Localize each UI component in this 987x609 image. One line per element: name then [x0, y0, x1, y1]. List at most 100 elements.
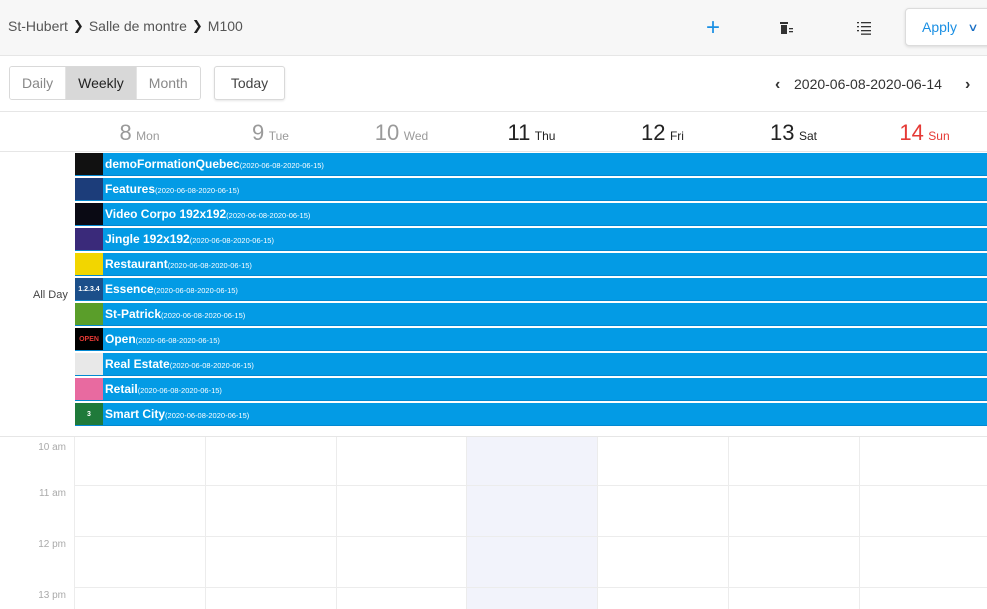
event-thumbnail	[75, 178, 103, 200]
chevron-right-icon[interactable]: ›	[965, 76, 970, 94]
time-grid: 10 am 11 am 12 pm 13 pm	[0, 437, 987, 609]
event-thumbnail	[75, 228, 103, 250]
breadcrumb: St-Hubert ❯ Salle de montre ❯ M100	[8, 18, 243, 34]
trash-icon[interactable]	[770, 12, 802, 44]
date-range-label: 2020-06-08-2020-06-14	[794, 76, 942, 92]
day-header-sun[interactable]: 14 Sun	[859, 120, 987, 146]
day-number: 9	[252, 120, 265, 145]
all-day-section: All Day demoFormationQuebec (2020-06-08-2…	[0, 152, 987, 437]
event-thumbnail: OPEN	[75, 328, 103, 350]
breadcrumb-item[interactable]: Salle de montre	[89, 18, 187, 34]
event-date-range: (2020-06-08-2020-06-15)	[155, 185, 240, 195]
day-number: 13	[770, 120, 795, 145]
day-number: 14	[899, 120, 924, 145]
day-header-sat[interactable]: 13 Sat	[728, 120, 859, 146]
grid-column-line	[728, 437, 729, 609]
time-label: 10 am	[38, 442, 66, 453]
breadcrumb-item[interactable]: M100	[208, 18, 243, 34]
event-thumbnail	[75, 253, 103, 275]
grid-column-line	[74, 437, 75, 609]
day-header-thu[interactable]: 11 Thu	[466, 120, 597, 146]
all-day-event[interactable]: Restaurant (2020-06-08-2020-06-15)	[75, 253, 987, 276]
grid-column-line	[205, 437, 206, 609]
event-date-range: (2020-06-08-2020-06-15)	[226, 210, 311, 220]
event-date-range: (2020-06-08-2020-06-15)	[189, 235, 274, 245]
all-day-event[interactable]: 3 Smart City (2020-06-08-2020-06-15)	[75, 403, 987, 426]
apply-label: Apply	[922, 19, 958, 35]
grid-column-line	[859, 437, 860, 609]
today-button[interactable]: Today	[214, 66, 285, 100]
breadcrumb-separator-icon: ❯	[72, 18, 84, 33]
event-thumbnail	[75, 153, 103, 175]
list-icon[interactable]	[848, 12, 880, 44]
event-date-range: (2020-06-08-2020-06-15)	[167, 260, 252, 270]
event-thumbnail: 3	[75, 403, 103, 425]
event-title: Restaurant	[105, 257, 168, 271]
time-label: 12 pm	[38, 539, 66, 550]
top-bar: St-Hubert ❯ Salle de montre ❯ M100 + App…	[0, 0, 987, 56]
day-name: Thu	[534, 129, 556, 143]
event-title: Features	[105, 182, 156, 196]
event-title: Essence	[105, 282, 154, 296]
all-day-event[interactable]: Features (2020-06-08-2020-06-15)	[75, 178, 987, 201]
event-title: Retail	[105, 382, 138, 396]
chevron-down-icon: ∨	[967, 21, 979, 34]
event-title: demoFormationQuebec	[105, 157, 240, 171]
view-month-button[interactable]: Month	[135, 67, 200, 99]
all-day-event[interactable]: Video Corpo 192x192 (2020-06-08-2020-06-1…	[75, 203, 987, 226]
all-day-event[interactable]: demoFormationQuebec (2020-06-08-2020-06-1…	[75, 153, 987, 176]
event-date-range: (2020-06-08-2020-06-15)	[239, 160, 324, 170]
event-date-range: (2020-06-08-2020-06-15)	[165, 410, 250, 420]
all-day-event[interactable]: 1.2.3.4 Essence (2020-06-08-2020-06-15)	[75, 278, 987, 301]
apply-button[interactable]: Apply ∨	[905, 8, 987, 46]
day-name: Fri	[669, 129, 684, 143]
chevron-left-icon[interactable]: ‹	[775, 76, 780, 94]
event-date-range: (2020-06-08-2020-06-15)	[137, 385, 222, 395]
event-thumbnail	[75, 203, 103, 225]
event-date-range: (2020-06-08-2020-06-15)	[135, 335, 220, 345]
day-name: Tue	[268, 129, 289, 143]
grid-hour-line	[74, 536, 987, 537]
event-thumbnail	[75, 303, 103, 325]
day-name: Sat	[798, 129, 817, 143]
all-day-event[interactable]: Retail (2020-06-08-2020-06-15)	[75, 378, 987, 401]
day-header-fri[interactable]: 12 Fri	[597, 120, 728, 146]
calendar-toolbar: Daily Weekly Month Today ‹ 2020-06-08-20…	[0, 56, 987, 112]
view-weekly-button[interactable]: Weekly	[65, 67, 136, 99]
view-switcher: Daily Weekly Month	[9, 66, 201, 100]
event-thumbnail: 1.2.3.4	[75, 278, 103, 300]
event-title: St-Patrick	[105, 307, 162, 321]
all-day-label: All Day	[33, 289, 68, 301]
event-title: Open	[105, 332, 136, 346]
today-column-highlight	[466, 437, 597, 609]
day-name: Wed	[403, 129, 429, 143]
day-header-wed[interactable]: 10 Wed	[336, 120, 467, 146]
all-day-event[interactable]: Real Estate (2020-06-08-2020-06-15)	[75, 353, 987, 376]
all-day-event[interactable]: St-Patrick (2020-06-08-2020-06-15)	[75, 303, 987, 326]
plus-icon[interactable]: +	[697, 12, 729, 44]
day-name: Mon	[136, 129, 160, 143]
grid-column-line	[466, 437, 467, 609]
time-label: 11 am	[38, 488, 66, 499]
event-date-range: (2020-06-08-2020-06-15)	[153, 285, 238, 295]
grid-hour-line	[74, 587, 987, 588]
day-number: 10	[374, 120, 400, 145]
breadcrumb-separator-icon: ❯	[191, 18, 203, 33]
event-title: Real Estate	[105, 357, 170, 371]
day-header-mon[interactable]: 8 Mon	[74, 120, 205, 146]
day-number: 8	[119, 120, 132, 145]
view-daily-button[interactable]: Daily	[10, 67, 66, 99]
day-number: 11	[507, 120, 531, 145]
breadcrumb-item[interactable]: St-Hubert	[8, 18, 68, 34]
event-title: Smart City	[105, 407, 166, 421]
event-thumbnail	[75, 378, 103, 400]
grid-hour-line	[74, 485, 987, 486]
time-label: 13 pm	[38, 590, 66, 601]
all-day-event[interactable]: OPEN Open (2020-06-08-2020-06-15)	[75, 328, 987, 351]
event-date-range: (2020-06-08-2020-06-15)	[161, 310, 246, 320]
all-day-event[interactable]: Jingle 192x192 (2020-06-08-2020-06-15)	[75, 228, 987, 251]
event-title: Jingle 192x192	[105, 232, 190, 246]
event-title: Video Corpo 192x192	[105, 207, 227, 221]
day-header-tue[interactable]: 9 Tue	[205, 120, 336, 146]
day-number: 12	[641, 120, 666, 145]
